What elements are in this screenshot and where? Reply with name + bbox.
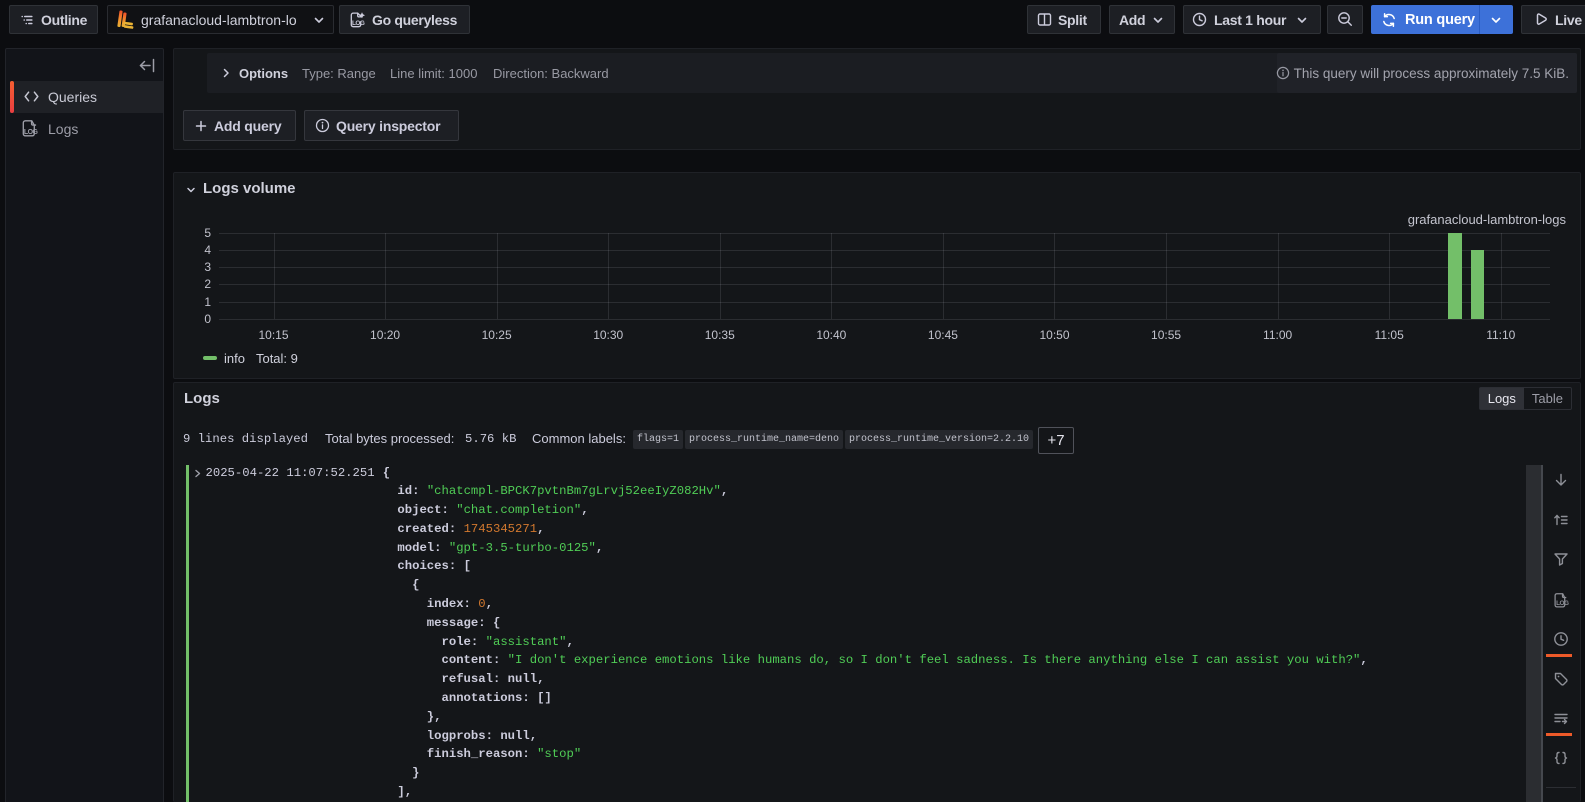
svg-text:LOG: LOG [24,129,39,136]
svg-text:LOG: LOG [1556,600,1569,607]
svg-text:LOG: LOG [352,19,365,26]
